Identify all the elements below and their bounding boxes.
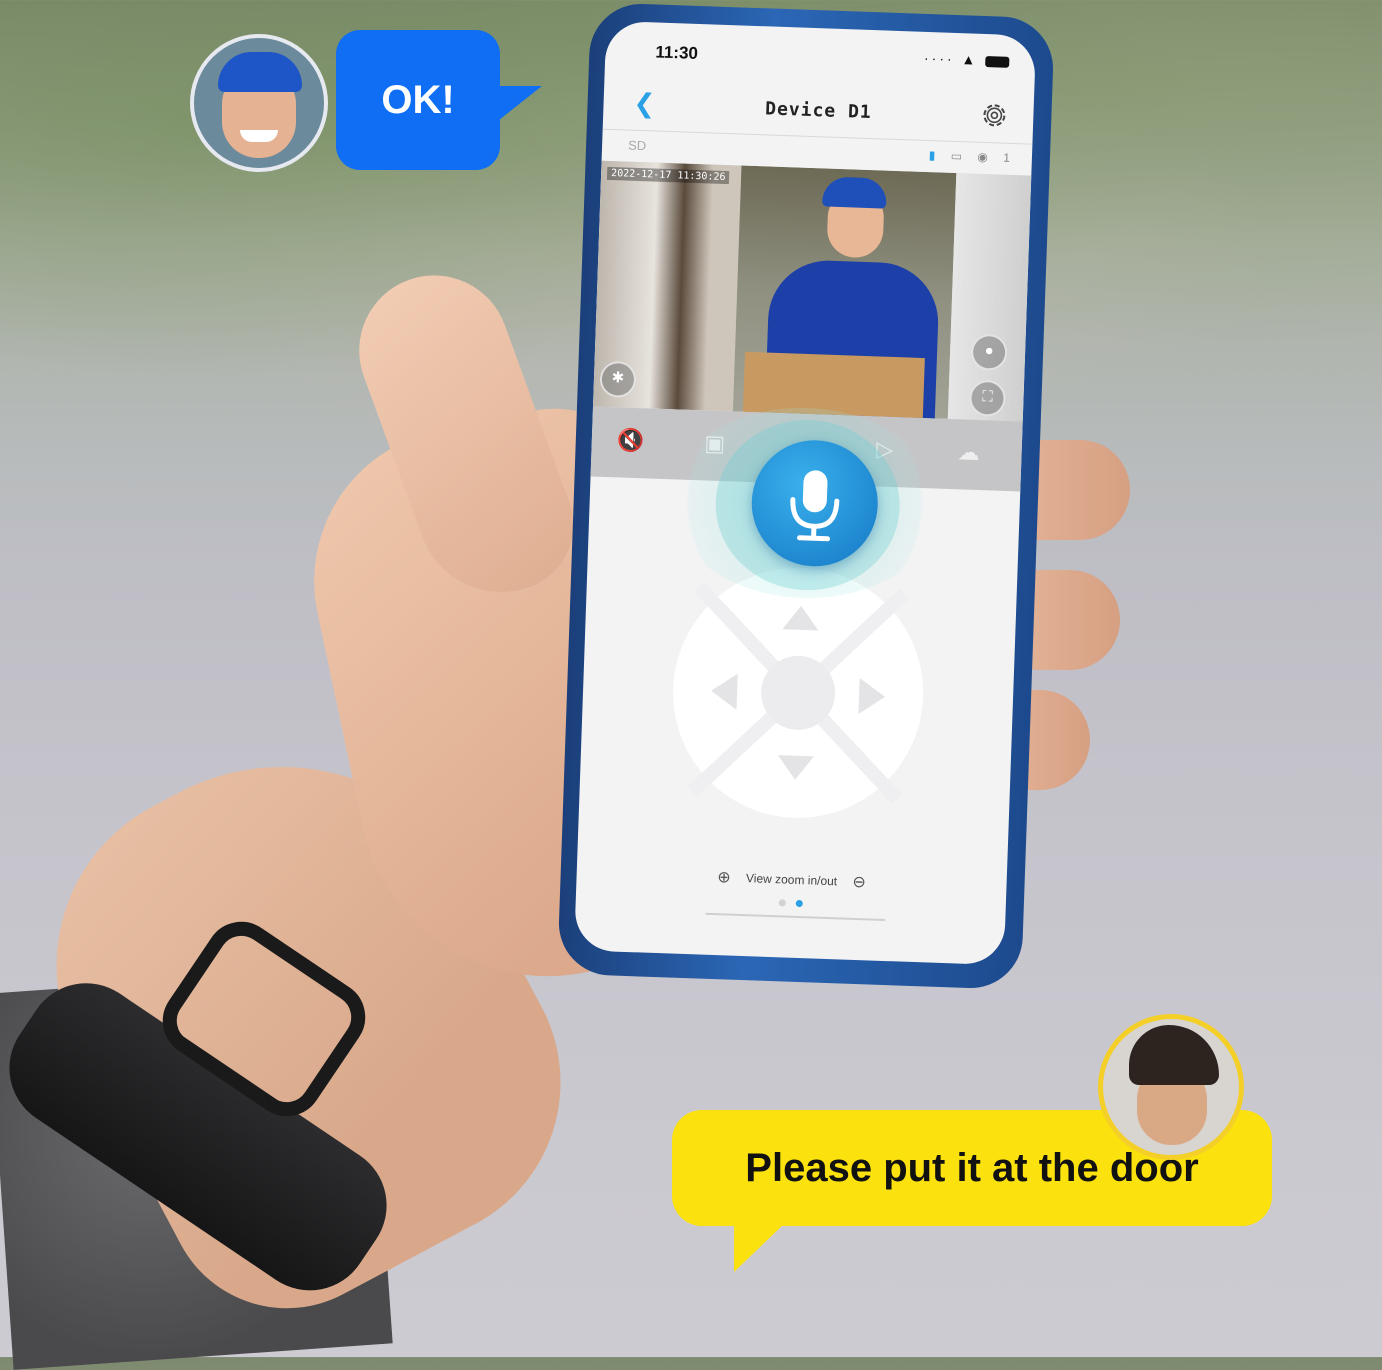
avatar-smile	[240, 130, 278, 142]
battery-icon	[985, 56, 1009, 68]
zoom-out-icon[interactable]: ⊖	[852, 874, 866, 891]
arrow-down-icon[interactable]	[777, 755, 814, 780]
cloud-icon[interactable]: ☁	[951, 439, 986, 470]
page-title: Device D1	[603, 93, 1033, 129]
zoom-in-icon[interactable]: ⊕	[717, 869, 731, 886]
speaker-mute-icon[interactable]: 🔇	[613, 427, 648, 458]
stream-status: ▮ ▭ ◉ 1	[929, 148, 1017, 165]
speech-bubble-tail	[494, 86, 542, 124]
arrow-right-icon[interactable]	[858, 678, 885, 715]
live-video-feed[interactable]: 2022-12-17 11:30:26 ✱ ● ⛶	[593, 161, 1031, 422]
app-screen: 11:30 ···· ▲ ❮ Device D1 SD ▮ ▭ ◉ 1	[574, 21, 1036, 965]
signal-icon: ····	[924, 50, 955, 67]
signal-bars-icon: ▮	[929, 148, 942, 162]
page-dot-active[interactable]	[796, 900, 803, 907]
microphone-icon	[750, 438, 880, 568]
eye-icon: ◉	[977, 150, 994, 165]
status-icons: ···· ▲	[924, 50, 1010, 69]
courier-avatar	[190, 34, 328, 172]
gear-icon[interactable]	[979, 100, 1010, 131]
owner-avatar	[1098, 1014, 1244, 1160]
arrow-left-icon[interactable]	[711, 673, 738, 710]
status-bar: 11:30 ···· ▲	[605, 21, 1036, 80]
wifi-icon: ▲	[961, 51, 978, 68]
viewer-count: 1	[1003, 151, 1016, 165]
storage-label: SD	[628, 138, 647, 154]
status-time: 11:30	[655, 42, 698, 63]
talk-button[interactable]	[750, 438, 880, 568]
avatar-hair	[1129, 1025, 1219, 1085]
avatar-cap	[218, 52, 302, 92]
speech-bubble-tail	[734, 1222, 786, 1272]
arrow-up-icon[interactable]	[782, 605, 819, 630]
smartphone: 11:30 ···· ▲ ❮ Device D1 SD ▮ ▭ ◉ 1	[557, 2, 1055, 990]
direction-pad[interactable]	[669, 564, 928, 823]
battery-level-icon: ▭	[951, 149, 969, 164]
page-dot[interactable]	[778, 899, 785, 906]
zoom-label: View zoom in/out	[746, 871, 838, 888]
courier-speech-bubble: OK!	[336, 30, 500, 170]
